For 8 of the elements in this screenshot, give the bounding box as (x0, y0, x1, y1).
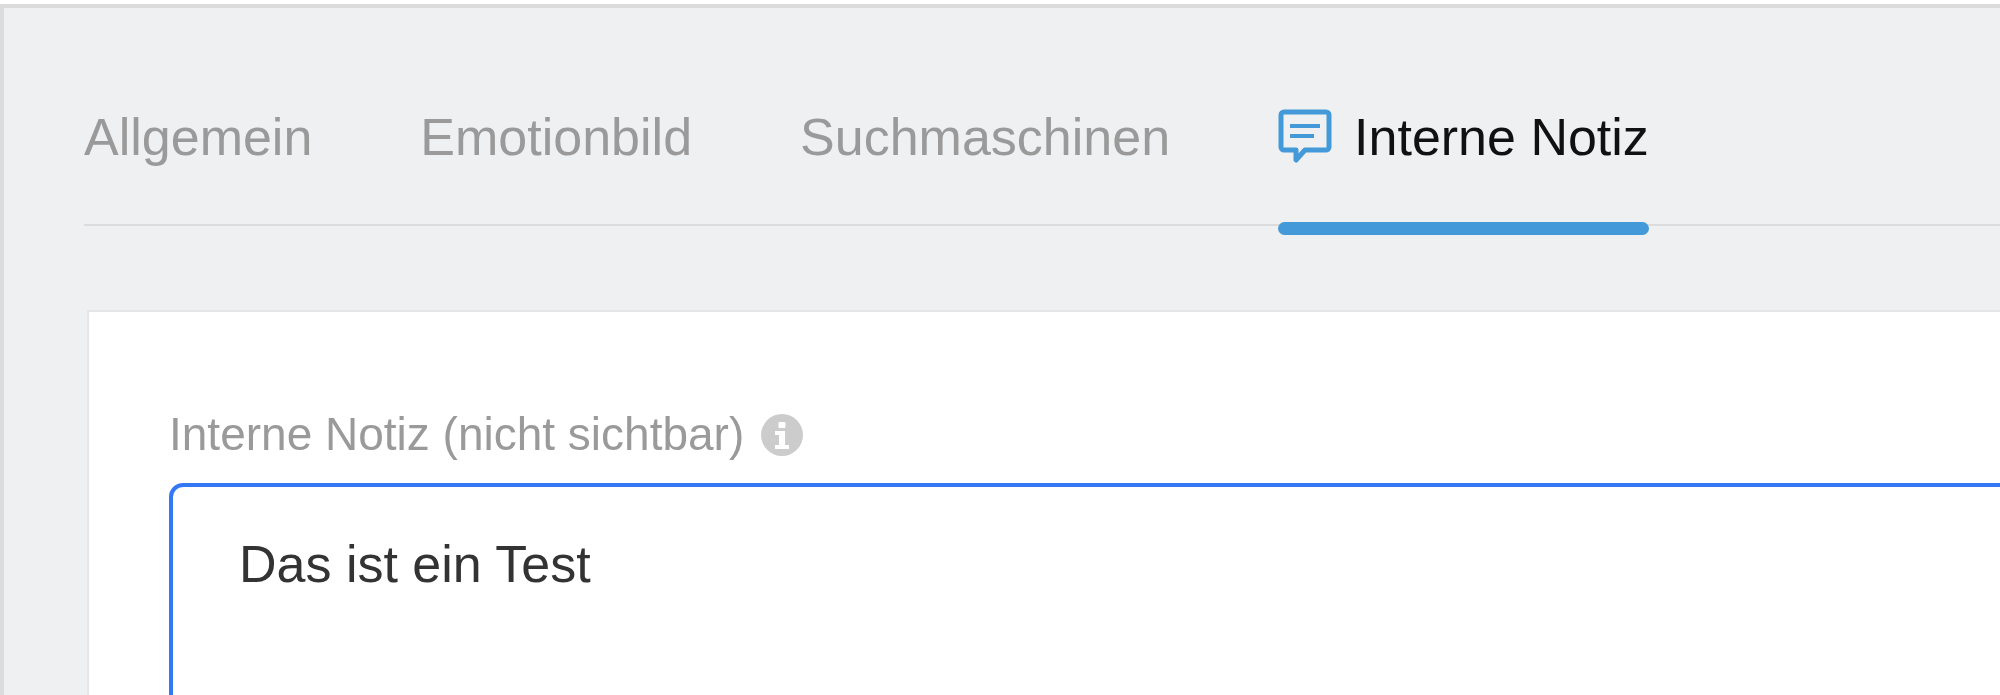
tab[interactable]: Allgemein (84, 106, 313, 236)
tab[interactable]: Suchmaschinen (800, 106, 1171, 236)
note-field[interactable]: Das ist ein Test (169, 482, 2000, 695)
tab[interactable]: Interne Notiz (1278, 106, 1649, 236)
tab[interactable]: Emotionbild (420, 106, 693, 236)
field-label: Interne Notiz (nicht sichtbar) (169, 407, 745, 463)
chat-icon (1278, 109, 1333, 166)
info-icon[interactable] (760, 413, 805, 457)
